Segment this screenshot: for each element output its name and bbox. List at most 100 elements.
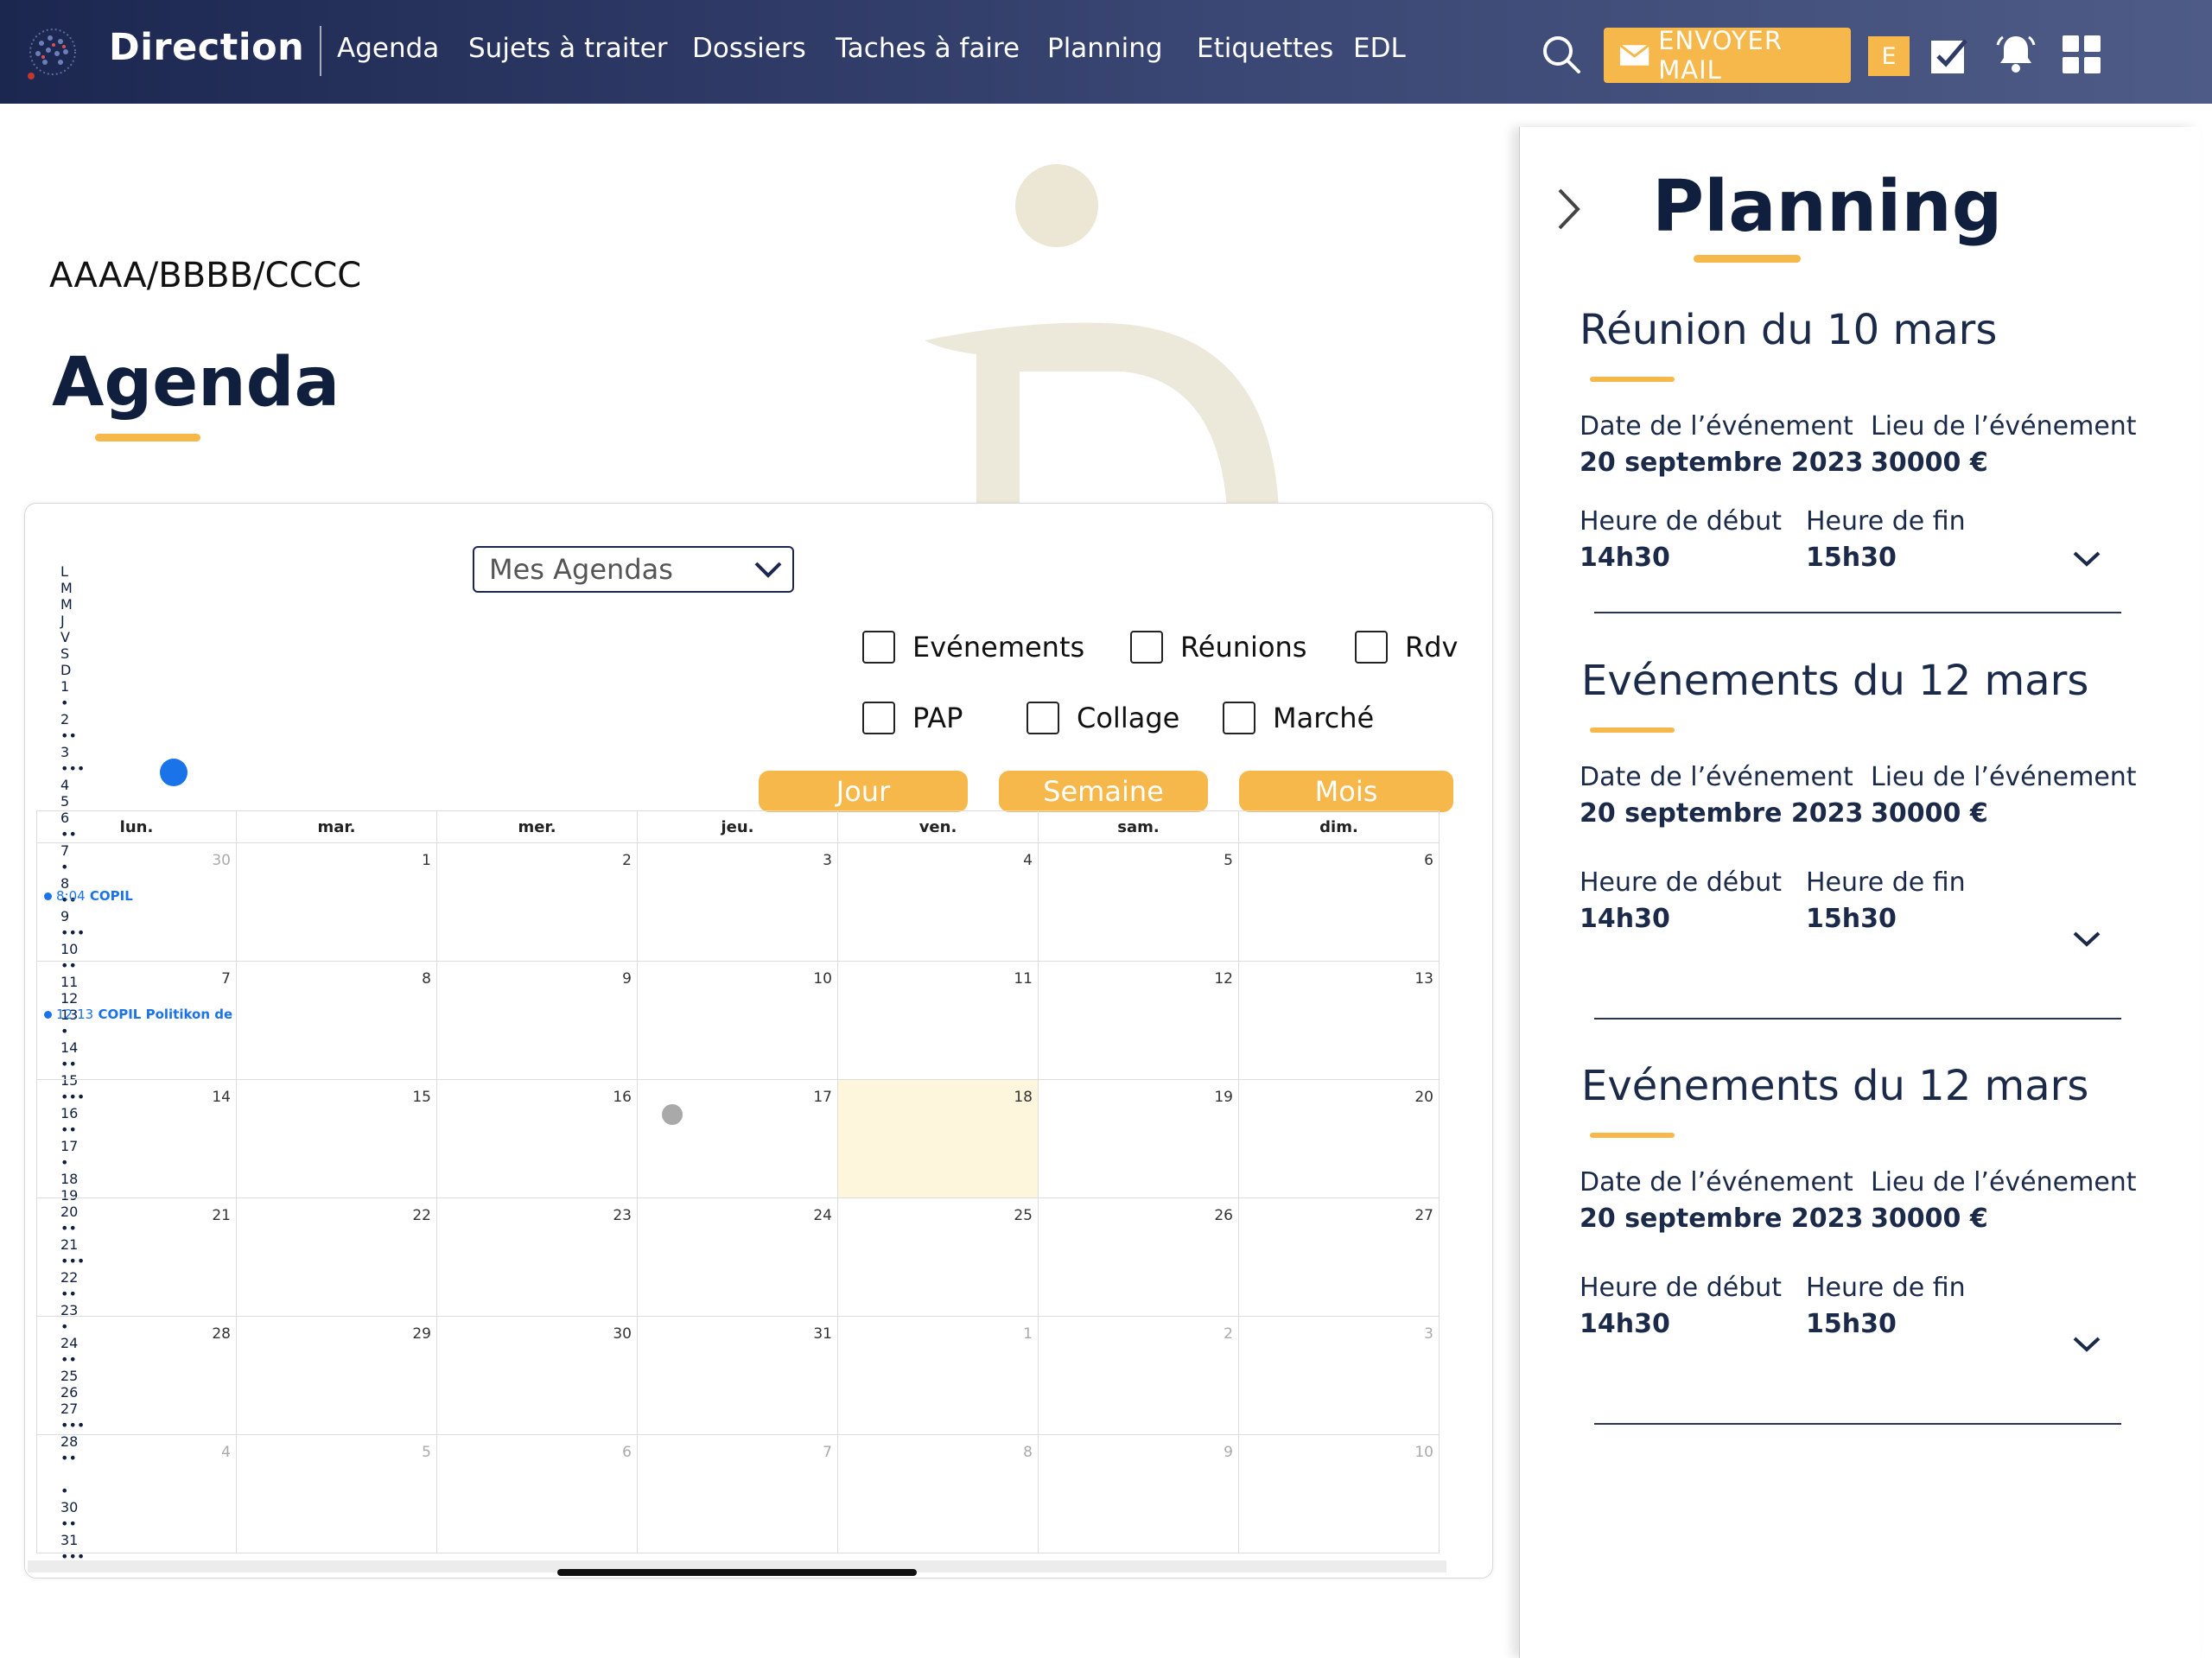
day-cell[interactable]: 26 [1039, 1198, 1239, 1317]
nav-sujets[interactable]: Sujets à traiter [468, 33, 668, 64]
chevron-down-icon[interactable] [2072, 1335, 2101, 1354]
nav-edl[interactable]: EDL [1353, 33, 1406, 64]
day-number: 8 [1023, 1444, 1033, 1461]
day-cell[interactable]: 13 [1239, 962, 1440, 1080]
filter-reunions[interactable]: Réunions [1130, 631, 1306, 664]
checkbox[interactable] [1130, 631, 1163, 664]
end-time-value: 15h30 [1806, 543, 1897, 573]
chevron-down-icon[interactable] [2072, 549, 2101, 569]
filter-collage[interactable]: Collage [1027, 702, 1179, 734]
day-number: 15 [412, 1089, 431, 1106]
start-time-label: Heure de début [1580, 1273, 1783, 1303]
nav-planning[interactable]: Planning [1047, 33, 1163, 64]
filter-marche[interactable]: Marché [1223, 702, 1374, 734]
day-number: 12 [1214, 970, 1233, 988]
day-cell[interactable]: 17 [638, 1080, 838, 1198]
view-month-button[interactable]: Mois [1239, 771, 1453, 812]
day-cell[interactable]: 2 [1039, 1317, 1239, 1435]
place-label: Lieu de l’événement [1871, 1167, 2137, 1197]
bell-icon[interactable] [1993, 31, 2039, 78]
day-cell[interactable]: 4 [838, 843, 1039, 962]
day-cell[interactable]: 25 [838, 1198, 1039, 1317]
filter-pap[interactable]: PAP [862, 702, 963, 734]
calendar-event[interactable]: 8:04 COPIL [44, 888, 236, 904]
checkbox[interactable] [1027, 702, 1059, 734]
mini-day[interactable]: 4 [60, 777, 397, 793]
calendar-event[interactable]: 12:13 COPIL Politikon de validation [44, 1007, 236, 1022]
mini-calendar: L M M J V S D 1 • 2 •• 3 ••• 4 5 6 •• 7 • 8 •• 9 ••• 10 •• 11 12 13… [60, 563, 397, 1565]
start-time-label: Heure de début [1580, 867, 1783, 898]
view-day-button[interactable]: Jour [759, 771, 968, 812]
day-cell[interactable]: 3 [1239, 1317, 1440, 1435]
day-cell[interactable]: 21 [36, 1198, 237, 1317]
checkbox[interactable] [862, 702, 895, 734]
day-cell[interactable]: 2 [437, 843, 638, 962]
chevron-right-icon[interactable] [1555, 187, 1581, 232]
day-cell[interactable]: 18 [838, 1080, 1039, 1198]
day-cell[interactable]: 19 [1039, 1080, 1239, 1198]
checkbox[interactable] [862, 631, 895, 664]
day-cell[interactable]: 11 [838, 962, 1039, 1080]
day-cell[interactable]: 8 [237, 962, 437, 1080]
day-cell[interactable]: 12 [1039, 962, 1239, 1080]
day-cell[interactable]: 5 [237, 1435, 437, 1553]
day-cell[interactable]: 24 [638, 1198, 838, 1317]
mini-day[interactable]: 2 [60, 711, 397, 727]
day-cell[interactable]: 14 [36, 1080, 237, 1198]
day-cell[interactable]: 6 [1239, 843, 1440, 962]
day-cell[interactable]: 15 [237, 1080, 437, 1198]
day-cell[interactable]: 3 [638, 843, 838, 962]
nav-agenda[interactable]: Agenda [337, 33, 439, 64]
day-cell[interactable]: 28 [36, 1317, 237, 1435]
day-number: 5 [422, 1444, 431, 1461]
checkbox[interactable] [1223, 702, 1255, 734]
grid-icon[interactable] [2062, 35, 2101, 74]
section-divider [1594, 1423, 2121, 1425]
nav-dossiers[interactable]: Dossiers [692, 33, 806, 64]
day-cell[interactable]: 16 [437, 1080, 638, 1198]
day-cell[interactable]: 10 [638, 962, 838, 1080]
nav-taches[interactable]: Taches à faire [836, 33, 1020, 64]
date-value: 20 septembre 2023 [1580, 1204, 1864, 1234]
send-mail-button[interactable]: ENVOYER MAIL [1604, 26, 1851, 85]
day-cell[interactable]: 30 8:04 COPIL [36, 843, 237, 962]
nav-divider [320, 26, 321, 76]
day-cell[interactable]: 23 [437, 1198, 638, 1317]
chevron-down-icon[interactable] [2072, 930, 2101, 949]
day-cell[interactable]: 7 12:13 COPIL Politikon de validation [36, 962, 237, 1080]
user-badge[interactable]: E [1868, 36, 1910, 76]
filter-evenements[interactable]: Evénements [862, 631, 1084, 664]
nav-etiquettes[interactable]: Etiquettes [1197, 33, 1333, 64]
mini-day[interactable]: 5 [60, 793, 397, 810]
day-cell[interactable]: 27 [1239, 1198, 1440, 1317]
date-value: 20 septembre 2023 [1580, 798, 1864, 829]
checkbox[interactable] [1355, 631, 1388, 664]
day-cell[interactable]: 9 [1039, 1435, 1239, 1553]
mini-day[interactable]: 3 [60, 744, 397, 760]
day-cell[interactable]: 29 [237, 1317, 437, 1435]
start-time-value: 14h30 [1580, 904, 1670, 934]
drag-handle[interactable] [662, 1104, 683, 1125]
checkbox-icon[interactable] [1929, 35, 1970, 76]
app-brand[interactable]: Direction [109, 26, 304, 69]
day-number: 6 [1424, 852, 1433, 869]
search-icon[interactable] [1540, 33, 1583, 76]
day-number: 20 [1414, 1089, 1433, 1106]
day-cell[interactable]: 8 [838, 1435, 1039, 1553]
day-cell[interactable]: 20 [1239, 1080, 1440, 1198]
filter-rdv[interactable]: Rdv [1355, 631, 1458, 664]
day-cell[interactable]: 30 [437, 1317, 638, 1435]
day-cell[interactable]: 6 [437, 1435, 638, 1553]
mini-day[interactable]: 1 [60, 678, 397, 695]
agenda-select[interactable]: Mes Agendas [473, 546, 794, 593]
day-cell[interactable]: 9 [437, 962, 638, 1080]
day-cell[interactable]: 4 [36, 1435, 237, 1553]
day-cell[interactable]: 1 [838, 1317, 1039, 1435]
day-cell[interactable]: 1 [237, 843, 437, 962]
day-cell[interactable]: 10 [1239, 1435, 1440, 1553]
day-cell[interactable]: 5 [1039, 843, 1239, 962]
day-cell[interactable]: 22 [237, 1198, 437, 1317]
day-cell[interactable]: 31 [638, 1317, 838, 1435]
view-week-button[interactable]: Semaine [999, 771, 1208, 812]
day-cell[interactable]: 7 [638, 1435, 838, 1553]
